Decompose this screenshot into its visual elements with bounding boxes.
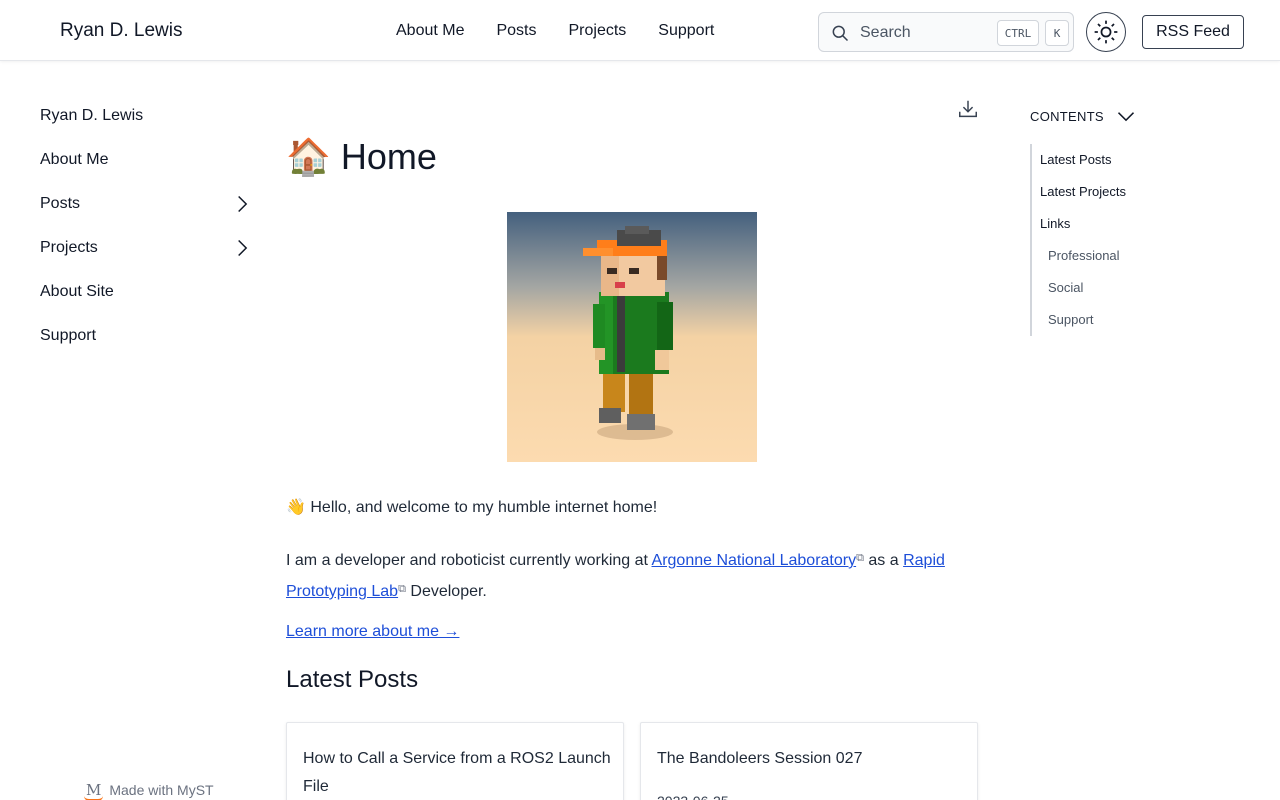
sidebar-item-label: Ryan D. Lewis — [40, 107, 144, 124]
external-link-icon: ⧉ — [398, 583, 406, 595]
theme-toggle-button[interactable] — [1086, 12, 1126, 52]
chevron-down-icon — [1117, 112, 1134, 122]
download-icon[interactable] — [957, 98, 979, 120]
greeting-text: 👋 Hello, and welcome to my humble intern… — [286, 499, 658, 516]
learn-more-paragraph: Learn more about me → — [286, 620, 459, 644]
sidebar-item-home[interactable]: Ryan D. Lewis — [40, 94, 256, 138]
toc-item-links[interactable]: Links — [1040, 216, 1070, 231]
learn-more-link[interactable]: Learn more about me → — [286, 623, 459, 640]
post-card-title: How to Call a Service from a ROS2 Launch… — [303, 750, 611, 795]
nav-posts[interactable]: Posts — [496, 22, 536, 40]
sun-icon — [1094, 20, 1118, 44]
sidebar-item-about-site[interactable]: About Site — [40, 270, 256, 314]
house-emoji: 🏠 — [286, 136, 331, 177]
search-button[interactable]: Search CTRL K — [818, 12, 1074, 52]
toc-item-professional[interactable]: Professional — [1048, 248, 1120, 263]
site-title-link[interactable]: Ryan D. Lewis — [60, 20, 183, 42]
sidebar-item-label: Projects — [40, 239, 98, 256]
nav-about-me[interactable]: About Me — [396, 22, 464, 40]
sidebar-item-projects[interactable]: Projects — [40, 226, 256, 270]
made-with-myst-link[interactable]: M Made with MyST — [83, 781, 214, 800]
intro-text: I am a developer and roboticist currentl… — [286, 552, 652, 569]
sidebar-item-posts[interactable]: Posts — [40, 182, 256, 226]
chevron-right-icon[interactable] — [232, 238, 252, 258]
toc-item-latest-posts[interactable]: Latest Posts — [1040, 152, 1112, 167]
post-card[interactable]: The Bandoleers Session 027 2023-06-25 — [640, 722, 978, 800]
sidebar-item-label: Support — [40, 327, 97, 344]
page-title-text: Home — [340, 136, 437, 177]
kbd-k: K — [1045, 20, 1069, 46]
intro-text: Developer. — [405, 583, 487, 600]
post-card-date: 2023-06-25 — [657, 793, 729, 800]
toc-item-support[interactable]: Support — [1048, 312, 1094, 327]
top-bar: Ryan D. Lewis About Me Posts Projects Su… — [0, 0, 1280, 61]
made-with-label: Made with MyST — [109, 782, 214, 798]
nav-projects[interactable]: Projects — [569, 22, 627, 40]
table-of-contents: Latest Posts Latest Projects Links Profe… — [1030, 144, 1230, 336]
toc-item-social[interactable]: Social — [1048, 280, 1083, 295]
search-label: Search — [860, 24, 911, 41]
sidebar-item-about-me[interactable]: About Me — [40, 138, 256, 182]
chevron-right-icon[interactable] — [232, 194, 252, 214]
avatar-image — [507, 212, 757, 462]
intro-text: as a — [863, 552, 904, 569]
toc-toggle[interactable]: CONTENTS — [1030, 106, 1136, 126]
sidebar-item-support[interactable]: Support — [40, 314, 256, 358]
sidebar-item-label: Posts — [40, 195, 81, 212]
top-nav: About Me Posts Projects Support — [396, 22, 714, 40]
rss-feed-button[interactable]: RSS Feed — [1142, 15, 1244, 49]
nav-support[interactable]: Support — [658, 22, 714, 40]
left-sidebar: Ryan D. Lewis About Me Posts Projects Ab… — [40, 94, 256, 358]
myst-logo: M — [83, 781, 104, 800]
external-link-icon: ⧉ — [856, 552, 864, 564]
search-icon — [832, 25, 849, 42]
argonne-link[interactable]: Argonne National Laboratory — [652, 552, 857, 569]
latest-posts-heading: Latest Posts — [286, 666, 419, 693]
sidebar-item-label: About Site — [40, 283, 114, 300]
sidebar-item-label: About Me — [40, 151, 109, 168]
toc-item-latest-projects[interactable]: Latest Projects — [1040, 184, 1126, 199]
intro-paragraph: I am a developer and roboticist currentl… — [286, 544, 976, 606]
post-card[interactable]: How to Call a Service from a ROS2 Launch… — [286, 722, 624, 800]
page-title: 🏠 Home — [286, 136, 437, 178]
toc-heading: CONTENTS — [1030, 108, 1104, 124]
kbd-ctrl: CTRL — [997, 20, 1039, 46]
post-card-title: The Bandoleers Session 027 — [657, 750, 863, 767]
